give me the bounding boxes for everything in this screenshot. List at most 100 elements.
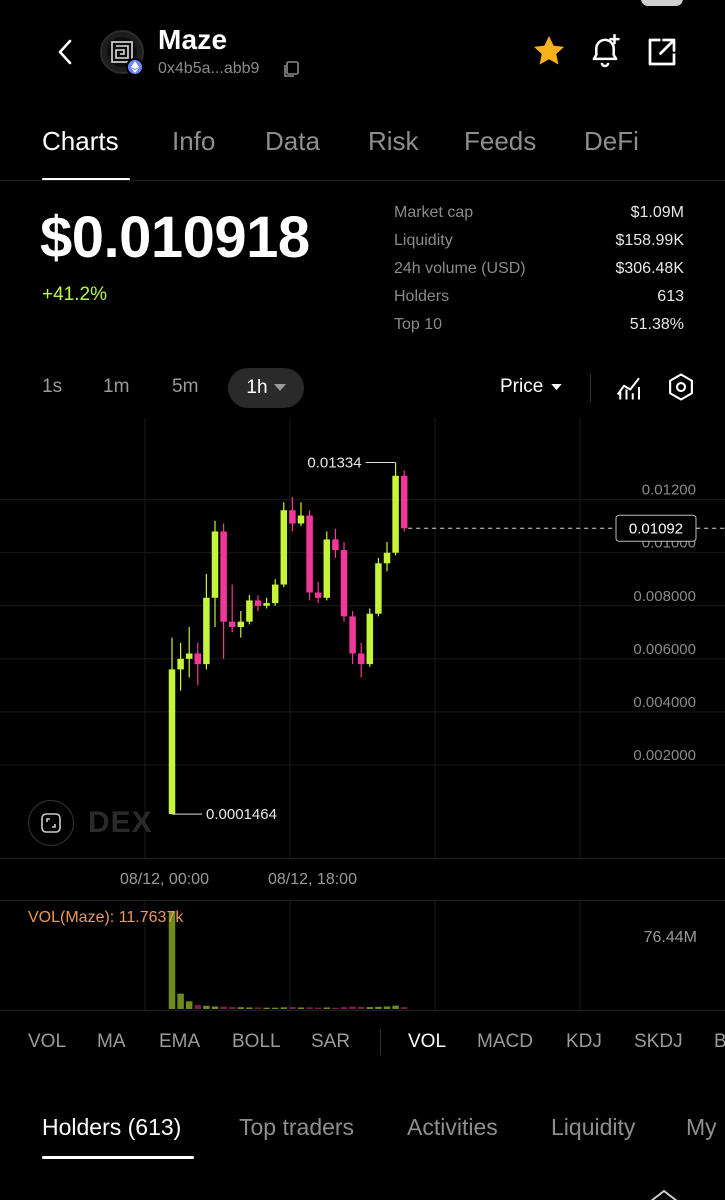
candle-body	[280, 510, 288, 585]
tab-charts[interactable]: Charts	[42, 126, 119, 157]
stat-row: Top 10 51.38%	[394, 316, 684, 344]
stat-row: Holders 613	[394, 288, 684, 316]
candle-body	[392, 475, 399, 553]
price-alert-button[interactable]	[586, 32, 624, 70]
bottom-tabs: Holders (613) Top traders Activities Liq…	[0, 1110, 725, 1170]
indicator-ma[interactable]: MA	[97, 1031, 126, 1053]
copy-icon[interactable]	[282, 60, 300, 78]
sub-indicator-skdj[interactable]: SKDJ	[634, 1031, 683, 1053]
indicator-ema[interactable]: EMA	[159, 1031, 200, 1053]
tab-top-traders[interactable]: Top traders	[239, 1114, 354, 1141]
dex-watermark: DEX	[28, 800, 153, 846]
volume-bar	[375, 1006, 382, 1009]
volume-panel: VOL(Maze): 11.7637k 76.44M	[0, 900, 725, 1011]
stat-label: Market cap	[394, 204, 474, 221]
tab-holders[interactable]: Holders (613)	[42, 1114, 181, 1141]
tab-liquidity[interactable]: Liquidity	[551, 1114, 635, 1141]
tab-risk[interactable]: Risk	[368, 126, 419, 157]
status-bar	[0, 0, 725, 8]
volume-bar	[185, 1001, 193, 1009]
chart-settings-button[interactable]	[666, 372, 696, 402]
sub-indicator-vol[interactable]: VOL	[408, 1031, 446, 1053]
chart-toolbar: 1s 1m 5m 1h Price	[0, 368, 725, 410]
candle-body	[323, 539, 331, 598]
favorite-button[interactable]	[530, 32, 568, 70]
stat-row: Market cap $1.09M	[394, 204, 684, 232]
stat-value: 51.38%	[629, 316, 684, 333]
back-button[interactable]	[48, 34, 82, 70]
timeframe-5m[interactable]: 5m	[172, 376, 198, 398]
volume-bar	[392, 1005, 399, 1009]
candle-body	[228, 621, 236, 627]
volume-bar	[254, 1007, 262, 1009]
chevron-left-icon	[58, 39, 72, 65]
timeframe-active-label: 1h	[246, 377, 268, 398]
y-tick-label: 0.01200	[642, 482, 696, 499]
volume-max-label: 76.44M	[643, 929, 697, 946]
x-tick-label: 08/12, 00:00	[120, 871, 209, 888]
battery-icon	[641, 0, 683, 6]
tab-my[interactable]: My	[686, 1114, 717, 1141]
candlestick-chart[interactable]: 0.01200 0.01000 0.008000 0.006000 0.004000 0.…	[0, 418, 725, 858]
token-address: 0x4b5a...abb9	[158, 60, 260, 77]
indicator-chart-icon	[616, 377, 640, 400]
indicator-button[interactable]	[614, 372, 644, 402]
sub-indicator-b[interactable]: B	[714, 1031, 725, 1053]
sub-indicator-kdj[interactable]: KDJ	[566, 1031, 602, 1053]
time-axis: 08/12, 00:00 08/12, 18:00	[0, 858, 725, 900]
expand-icon	[41, 813, 61, 833]
divider	[380, 1029, 381, 1055]
candle-body	[400, 475, 408, 529]
share-button[interactable]	[644, 34, 680, 70]
volume-bar	[332, 1007, 339, 1009]
scroll-hint-icon	[647, 1188, 681, 1200]
stat-label: Liquidity	[394, 232, 453, 249]
candle-body	[306, 515, 313, 593]
tab-data[interactable]: Data	[265, 126, 320, 157]
y-tick-label: 0.004000	[633, 694, 696, 711]
volume-bar	[246, 1007, 253, 1009]
candle-body	[220, 531, 227, 622]
y-tick-label: 0.008000	[633, 588, 696, 605]
volume-bar	[177, 993, 184, 1009]
token-header: Maze 0x4b5a...abb9	[0, 20, 725, 90]
token-stats: Market cap $1.09M Liquidity $158.99K 24h…	[394, 204, 684, 344]
candle-body	[297, 515, 305, 524]
indicator-boll[interactable]: BOLL	[232, 1031, 281, 1053]
stat-row: 24h volume (USD) $306.48K	[394, 260, 684, 288]
candle-body	[168, 669, 176, 815]
indicator-sar[interactable]: SAR	[311, 1031, 350, 1053]
candle-body	[194, 653, 202, 665]
timeframe-1h-dropdown[interactable]: 1h	[228, 368, 304, 408]
volume-bar	[280, 1007, 288, 1009]
candle-body	[254, 600, 262, 606]
main-tabs: Charts Info Data Risk Feeds DeFi	[0, 126, 725, 182]
candle-body	[340, 550, 348, 617]
candle-body	[185, 653, 193, 659]
active-tab-indicator	[42, 1156, 194, 1159]
volume-bar	[366, 1007, 374, 1009]
volume-bar	[349, 1006, 356, 1009]
candle-body	[203, 597, 210, 665]
volume-bar	[340, 1007, 348, 1009]
candle-body	[314, 592, 322, 598]
sub-indicator-macd[interactable]: MACD	[477, 1031, 533, 1053]
stat-label: Top 10	[394, 316, 443, 333]
indicator-vol[interactable]: VOL	[28, 1031, 66, 1053]
candle-body	[246, 600, 253, 622]
fullscreen-button[interactable]	[28, 800, 74, 846]
x-tick-label: 08/12, 18:00	[268, 871, 357, 888]
volume-bar	[228, 1007, 236, 1009]
timeframe-1s[interactable]: 1s	[42, 376, 62, 398]
candle-body	[263, 603, 270, 606]
current-price: $0.010918	[40, 205, 310, 270]
candlestick-chart-svg: 0.012000.010000.0080000.0060000.0040000.…	[0, 418, 725, 858]
timeframe-1m[interactable]: 1m	[103, 376, 129, 398]
volume-bar	[263, 1007, 270, 1009]
tab-feeds[interactable]: Feeds	[464, 126, 536, 157]
tab-info[interactable]: Info	[172, 126, 215, 157]
tab-defi[interactable]: DeFi	[584, 126, 639, 157]
price-mode-dropdown[interactable]: Price	[500, 376, 563, 398]
volume-bar	[297, 1007, 305, 1009]
tab-activities[interactable]: Activities	[407, 1114, 498, 1141]
